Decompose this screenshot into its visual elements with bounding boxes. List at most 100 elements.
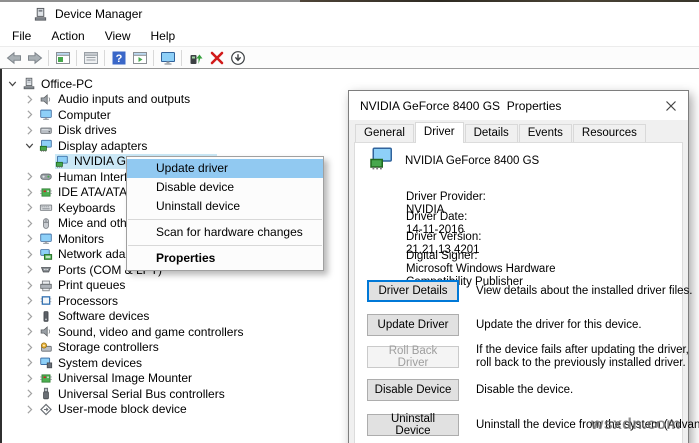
chevron-right-icon[interactable] <box>23 387 39 400</box>
tree-item-label: Monitors <box>58 232 104 246</box>
toolbar <box>0 46 699 69</box>
chevron-right-icon[interactable] <box>23 310 39 323</box>
context-menu-separator <box>128 219 322 220</box>
uninstall-device-button[interactable]: Uninstall Device <box>367 414 459 436</box>
scan-hardware-icon[interactable] <box>227 49 248 67</box>
update-driver-icon[interactable] <box>185 49 206 67</box>
close-icon[interactable] <box>655 92 687 119</box>
chevron-right-icon[interactable] <box>23 201 39 214</box>
tree-item-software-devices[interactable]: Software devices <box>2 309 346 325</box>
chevron-right-icon[interactable] <box>23 356 39 369</box>
chevron-right-icon[interactable] <box>23 170 39 183</box>
dialog-tabs: General Driver Details Events Resources <box>355 122 647 143</box>
tree-item-sound-controllers[interactable]: Sound, video and game controllers <box>2 324 346 340</box>
properties-window-icon[interactable] <box>80 49 101 67</box>
tree-item-label: Print queues <box>58 278 125 292</box>
chevron-right-icon[interactable] <box>23 108 39 121</box>
context-menu-disable-device[interactable]: Disable device <box>127 178 323 197</box>
tab-resources[interactable]: Resources <box>573 124 646 142</box>
tree-item-print-queues[interactable]: Print queues <box>2 278 346 294</box>
context-menu: Update driver Disable device Uninstall d… <box>126 156 324 271</box>
chevron-down-icon[interactable] <box>6 77 22 90</box>
tree-item-label: Office-PC <box>41 77 93 91</box>
toolbar-separator <box>104 50 105 66</box>
tree-item-system-devices[interactable]: System devices <box>2 355 346 371</box>
tab-events[interactable]: Events <box>519 124 572 142</box>
tree-item-display-adapters[interactable]: Display adapters <box>2 138 346 154</box>
chevron-right-icon[interactable] <box>23 93 39 106</box>
chevron-right-icon[interactable] <box>23 248 39 261</box>
chevron-right-icon[interactable] <box>23 232 39 245</box>
speaker-icon <box>39 325 54 338</box>
roll-back-driver-button[interactable]: Roll Back Driver <box>367 346 459 368</box>
tab-details[interactable]: Details <box>465 124 518 142</box>
tree-item-label: Storage controllers <box>58 340 159 354</box>
storage-icon <box>39 341 54 354</box>
context-menu-properties[interactable]: Properties <box>127 249 323 268</box>
menu-view[interactable]: View <box>95 27 141 45</box>
chevron-right-icon[interactable] <box>23 325 39 338</box>
tab-general[interactable]: General <box>355 124 414 142</box>
back-icon[interactable] <box>3 49 24 67</box>
title-bar: Device Manager <box>0 2 699 26</box>
disable-device-button[interactable]: Disable Device <box>367 379 459 401</box>
chevron-right-icon[interactable] <box>23 403 39 416</box>
watermark: wsxdn.com <box>591 416 681 434</box>
chevron-right-icon[interactable] <box>23 294 39 307</box>
show-console-tree-icon[interactable] <box>52 49 73 67</box>
tree-item-storage-controllers[interactable]: Storage controllers <box>2 340 346 356</box>
tree-item-user-mode-block-device[interactable]: User-mode block device <box>2 402 346 418</box>
tab-driver[interactable]: Driver <box>415 122 464 143</box>
menu-bar: File Action View Help <box>0 26 699 46</box>
chevron-right-icon[interactable] <box>23 186 39 199</box>
chevron-right-icon[interactable] <box>23 279 39 292</box>
chevron-right-icon[interactable] <box>23 217 39 230</box>
computer-monitor-icon[interactable] <box>157 49 178 67</box>
menu-file[interactable]: File <box>2 27 41 45</box>
tree-item-label: Sound, video and game controllers <box>58 325 243 339</box>
action-pane-icon[interactable] <box>129 49 150 67</box>
tree-item-computer[interactable]: Computer <box>2 107 346 123</box>
driver-details-button[interactable]: Driver Details <box>367 280 459 302</box>
chevron-right-icon[interactable] <box>23 372 39 385</box>
roll-back-driver-row: Roll Back Driver If the device fails aft… <box>367 344 699 370</box>
gamepad-icon <box>39 170 54 183</box>
field-label: Driver Provider: <box>406 191 486 204</box>
forward-icon[interactable] <box>24 49 45 67</box>
chevron-right-icon[interactable] <box>23 341 39 354</box>
tree-item-usb-controllers[interactable]: Universal Serial Bus controllers <box>2 386 346 402</box>
keyboard-icon <box>39 201 54 214</box>
monitor-icon <box>39 232 54 245</box>
chevron-down-icon[interactable] <box>23 139 39 152</box>
display-adapter-icon <box>55 155 70 168</box>
tree-item-label: System devices <box>58 356 142 370</box>
disable-device-row: Disable Device Disable the device. <box>367 379 699 401</box>
tree-item-label: Processors <box>58 294 118 308</box>
update-driver-button[interactable]: Update Driver <box>367 314 459 336</box>
driver-details-row: Driver Details View details about the in… <box>367 280 699 302</box>
chevron-right-icon[interactable] <box>23 263 39 276</box>
menu-help[interactable]: Help <box>141 27 186 45</box>
help-icon[interactable] <box>108 49 129 67</box>
toolbar-separator <box>181 50 182 66</box>
chevron-right-icon[interactable] <box>23 124 39 137</box>
tree-item-disk-drives[interactable]: Disk drives <box>2 123 346 139</box>
tree-item-audio[interactable]: Audio inputs and outputs <box>2 92 346 108</box>
context-menu-update-driver[interactable]: Update driver <box>127 159 323 178</box>
driver-details-description: View details about the installed driver … <box>476 285 699 298</box>
system-icon <box>39 356 54 369</box>
tree-item-universal-image-mounter[interactable]: Universal Image Mounter <box>2 371 346 387</box>
tree-item-processors[interactable]: Processors <box>2 293 346 309</box>
context-menu-uninstall-device[interactable]: Uninstall device <box>127 197 323 216</box>
context-menu-separator <box>128 245 322 246</box>
display-adapter-icon <box>39 139 54 152</box>
menu-action[interactable]: Action <box>41 27 94 45</box>
toolbar-separator <box>48 50 49 66</box>
toolbar-separator <box>153 50 154 66</box>
update-driver-description: Update the driver for this device. <box>476 319 699 332</box>
tree-item-office-pc[interactable]: Office-PC <box>2 76 346 92</box>
disk-icon <box>39 124 54 137</box>
context-menu-scan-hardware[interactable]: Scan for hardware changes <box>127 223 323 242</box>
uninstall-device-icon[interactable] <box>206 49 227 67</box>
tree-item-label: Audio inputs and outputs <box>58 92 190 106</box>
